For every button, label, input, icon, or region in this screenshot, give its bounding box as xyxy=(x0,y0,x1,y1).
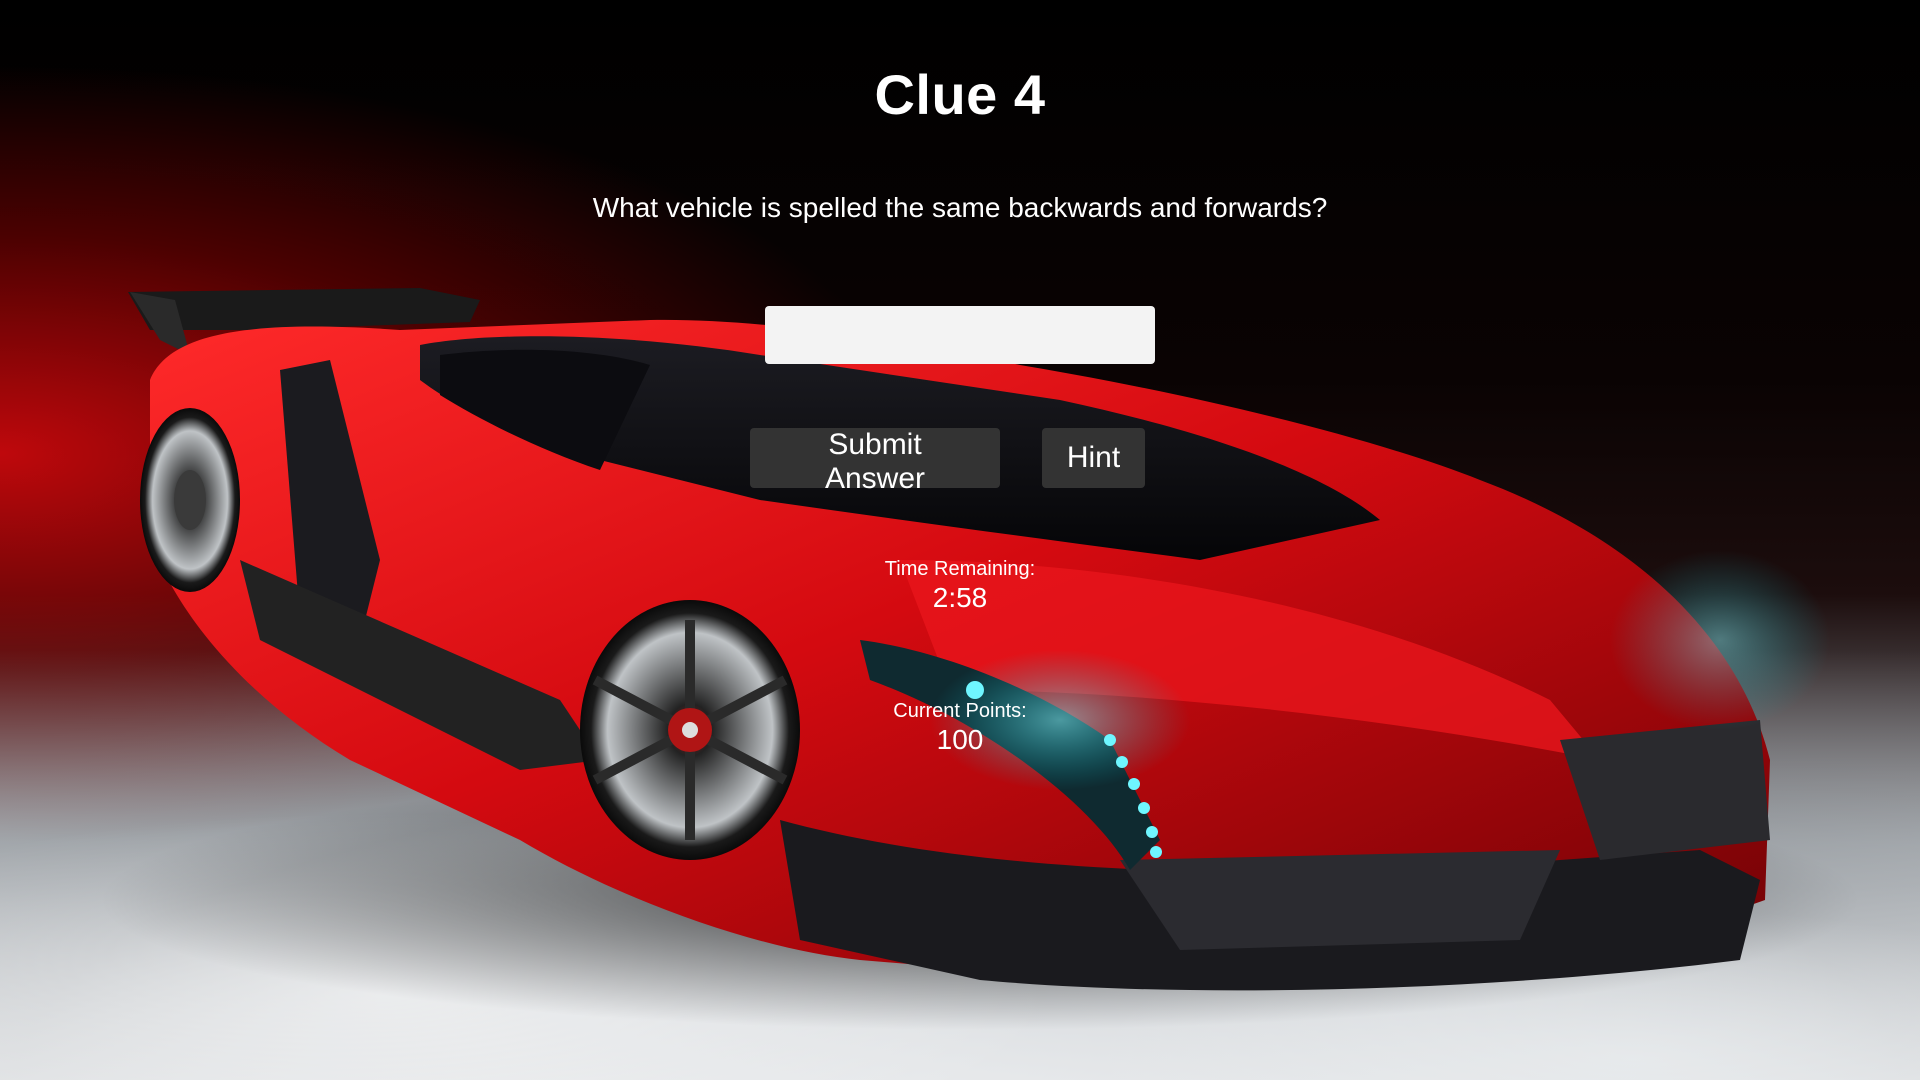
clue-question: What vehicle is spelled the same backwar… xyxy=(592,192,1328,223)
hint-button[interactable]: Hint xyxy=(1042,428,1145,488)
time-remaining-value: 2:58 xyxy=(932,582,988,613)
current-points-value: 100 xyxy=(936,724,984,755)
clue-title: Clue 4 xyxy=(874,63,1046,126)
current-points-label: Current Points: xyxy=(893,700,1027,722)
clue-overlay: Clue 4 What vehicle is spelled the same … xyxy=(0,0,1920,1080)
submit-answer-button[interactable]: Submit Answer xyxy=(750,428,1000,495)
time-remaining-label: Time Remaining: xyxy=(884,558,1036,580)
answer-input[interactable] xyxy=(765,306,1155,364)
